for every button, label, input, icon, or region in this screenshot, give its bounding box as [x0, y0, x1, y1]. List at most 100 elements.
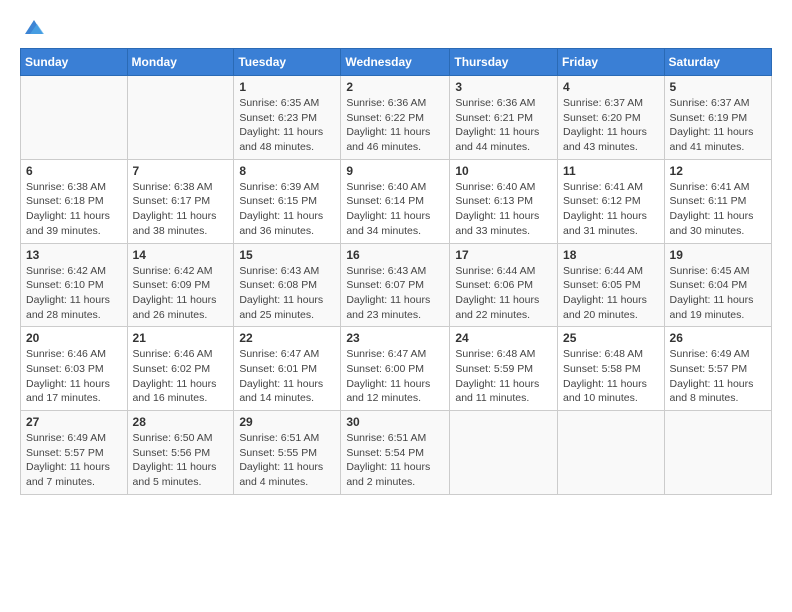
calendar-cell: 8Sunrise: 6:39 AMSunset: 6:15 PMDaylight… — [234, 159, 341, 243]
day-number: 23 — [346, 331, 444, 345]
calendar-cell: 16 Sunrise: 6:43 AMSunset: 6:07 PMDayligh… — [341, 243, 450, 327]
day-number: 22 — [239, 331, 335, 345]
logo — [20, 16, 45, 38]
calendar-cell: 6 Sunrise: 6:38 AMSunset: 6:18 PMDaylight… — [21, 159, 128, 243]
week-row-1: 1 Sunrise: 6:35 AMSunset: 6:23 PMDaylight… — [21, 76, 772, 160]
day-detail: Sunrise: 6:48 AMSunset: 5:58 PMDaylight:… — [563, 347, 659, 406]
day-header-tuesday: Tuesday — [234, 49, 341, 76]
calendar-cell: 25 Sunrise: 6:48 AMSunset: 5:58 PMDayligh… — [558, 327, 665, 411]
calendar-cell: 26 Sunrise: 6:49 AMSunset: 5:57 PMDayligh… — [664, 327, 771, 411]
calendar-cell: 5 Sunrise: 6:37 AMSunset: 6:19 PMDaylight… — [664, 76, 771, 160]
day-number: 19 — [670, 248, 766, 262]
day-detail: Sunrise: 6:46 AMSunset: 6:02 PMDaylight:… — [133, 347, 229, 406]
calendar-cell — [558, 411, 665, 495]
day-detail: Sunrise: 6:40 AMSunset: 6:14 PMDaylight:… — [346, 180, 444, 239]
day-number: 2 — [346, 80, 444, 94]
calendar-cell: 9 Sunrise: 6:40 AMSunset: 6:14 PMDaylight… — [341, 159, 450, 243]
day-number: 26 — [670, 331, 766, 345]
day-number: 12 — [670, 164, 766, 178]
day-detail: Sunrise: 6:36 AMSunset: 6:21 PMDaylight:… — [455, 96, 552, 155]
day-detail: Sunrise: 6:44 AMSunset: 6:05 PMDaylight:… — [563, 264, 659, 323]
day-detail: Sunrise: 6:35 AMSunset: 6:23 PMDaylight:… — [239, 96, 335, 155]
day-number: 5 — [670, 80, 766, 94]
day-detail: Sunrise: 6:43 AMSunset: 6:08 PMDaylight:… — [239, 264, 335, 323]
week-row-2: 6 Sunrise: 6:38 AMSunset: 6:18 PMDaylight… — [21, 159, 772, 243]
day-number: 28 — [133, 415, 229, 429]
calendar-cell: 2Sunrise: 6:36 AMSunset: 6:22 PMDaylight… — [341, 76, 450, 160]
calendar-cell: 18 Sunrise: 6:44 AMSunset: 6:05 PMDayligh… — [558, 243, 665, 327]
logo-icon — [23, 16, 45, 38]
week-row-3: 13 Sunrise: 6:42 AMSunset: 6:10 PMDayligh… — [21, 243, 772, 327]
calendar-cell: 17 Sunrise: 6:44 AMSunset: 6:06 PMDayligh… — [450, 243, 558, 327]
day-detail: Sunrise: 6:47 AMSunset: 6:01 PMDaylight:… — [239, 347, 335, 406]
day-detail: Sunrise: 6:43 AMSunset: 6:07 PMDaylight:… — [346, 264, 444, 323]
page: SundayMondayTuesdayWednesdayThursdayFrid… — [0, 0, 792, 612]
day-header-monday: Monday — [127, 49, 234, 76]
day-number: 24 — [455, 331, 552, 345]
calendar-cell: 3 Sunrise: 6:36 AMSunset: 6:21 PMDaylight… — [450, 76, 558, 160]
day-detail: Sunrise: 6:51 AMSunset: 5:55 PMDaylight:… — [239, 431, 335, 490]
calendar-cell: 29 Sunrise: 6:51 AMSunset: 5:55 PMDayligh… — [234, 411, 341, 495]
calendar-cell: 7 Sunrise: 6:38 AMSunset: 6:17 PMDaylight… — [127, 159, 234, 243]
day-detail: Sunrise: 6:41 AMSunset: 6:12 PMDaylight:… — [563, 180, 659, 239]
day-header-saturday: Saturday — [664, 49, 771, 76]
day-number: 29 — [239, 415, 335, 429]
day-number: 6 — [26, 164, 122, 178]
calendar-cell: 21 Sunrise: 6:46 AMSunset: 6:02 PMDayligh… — [127, 327, 234, 411]
calendar-cell: 10 Sunrise: 6:40 AMSunset: 6:13 PMDayligh… — [450, 159, 558, 243]
calendar-cell: 30 Sunrise: 6:51 AMSunset: 5:54 PMDayligh… — [341, 411, 450, 495]
day-detail: Sunrise: 6:44 AMSunset: 6:06 PMDaylight:… — [455, 264, 552, 323]
day-number: 27 — [26, 415, 122, 429]
day-number: 25 — [563, 331, 659, 345]
calendar-cell: 13 Sunrise: 6:42 AMSunset: 6:10 PMDayligh… — [21, 243, 128, 327]
calendar-cell: 15Sunrise: 6:43 AMSunset: 6:08 PMDayligh… — [234, 243, 341, 327]
day-number: 10 — [455, 164, 552, 178]
day-detail: Sunrise: 6:40 AMSunset: 6:13 PMDaylight:… — [455, 180, 552, 239]
calendar-cell: 20 Sunrise: 6:46 AMSunset: 6:03 PMDayligh… — [21, 327, 128, 411]
day-number: 11 — [563, 164, 659, 178]
day-detail: Sunrise: 6:42 AMSunset: 6:10 PMDaylight:… — [26, 264, 122, 323]
calendar-cell: 22 Sunrise: 6:47 AMSunset: 6:01 PMDayligh… — [234, 327, 341, 411]
header — [20, 16, 772, 38]
day-number: 8 — [239, 164, 335, 178]
day-number: 21 — [133, 331, 229, 345]
day-number: 9 — [346, 164, 444, 178]
day-number: 13 — [26, 248, 122, 262]
calendar-cell: 27 Sunrise: 6:49 AMSunset: 5:57 PMDayligh… — [21, 411, 128, 495]
day-number: 4 — [563, 80, 659, 94]
day-detail: Sunrise: 6:51 AMSunset: 5:54 PMDaylight:… — [346, 431, 444, 490]
day-detail: Sunrise: 6:48 AMSunset: 5:59 PMDaylight:… — [455, 347, 552, 406]
day-detail: Sunrise: 6:41 AMSunset: 6:11 PMDaylight:… — [670, 180, 766, 239]
day-detail: Sunrise: 6:37 AMSunset: 6:20 PMDaylight:… — [563, 96, 659, 155]
day-detail: Sunrise: 6:49 AMSunset: 5:57 PMDaylight:… — [26, 431, 122, 490]
day-detail: Sunrise: 6:37 AMSunset: 6:19 PMDaylight:… — [670, 96, 766, 155]
day-number: 3 — [455, 80, 552, 94]
calendar-cell — [450, 411, 558, 495]
calendar-cell — [21, 76, 128, 160]
day-number: 20 — [26, 331, 122, 345]
day-detail: Sunrise: 6:46 AMSunset: 6:03 PMDaylight:… — [26, 347, 122, 406]
day-number: 7 — [133, 164, 229, 178]
day-detail: Sunrise: 6:38 AMSunset: 6:17 PMDaylight:… — [133, 180, 229, 239]
calendar-cell: 4 Sunrise: 6:37 AMSunset: 6:20 PMDaylight… — [558, 76, 665, 160]
week-row-5: 27 Sunrise: 6:49 AMSunset: 5:57 PMDayligh… — [21, 411, 772, 495]
day-number: 16 — [346, 248, 444, 262]
day-detail: Sunrise: 6:45 AMSunset: 6:04 PMDaylight:… — [670, 264, 766, 323]
day-number: 1 — [239, 80, 335, 94]
day-detail: Sunrise: 6:42 AMSunset: 6:09 PMDaylight:… — [133, 264, 229, 323]
day-number: 18 — [563, 248, 659, 262]
calendar-cell — [127, 76, 234, 160]
day-number: 17 — [455, 248, 552, 262]
day-detail: Sunrise: 6:38 AMSunset: 6:18 PMDaylight:… — [26, 180, 122, 239]
day-number: 30 — [346, 415, 444, 429]
day-header-sunday: Sunday — [21, 49, 128, 76]
calendar-cell: 24 Sunrise: 6:48 AMSunset: 5:59 PMDayligh… — [450, 327, 558, 411]
day-number: 14 — [133, 248, 229, 262]
calendar-cell: 1 Sunrise: 6:35 AMSunset: 6:23 PMDaylight… — [234, 76, 341, 160]
calendar-cell: 11 Sunrise: 6:41 AMSunset: 6:12 PMDayligh… — [558, 159, 665, 243]
day-detail: Sunrise: 6:47 AMSunset: 6:00 PMDaylight:… — [346, 347, 444, 406]
day-detail: Sunrise: 6:49 AMSunset: 5:57 PMDaylight:… — [670, 347, 766, 406]
calendar-cell: 19 Sunrise: 6:45 AMSunset: 6:04 PMDayligh… — [664, 243, 771, 327]
day-header-friday: Friday — [558, 49, 665, 76]
calendar-cell: 12 Sunrise: 6:41 AMSunset: 6:11 PMDayligh… — [664, 159, 771, 243]
